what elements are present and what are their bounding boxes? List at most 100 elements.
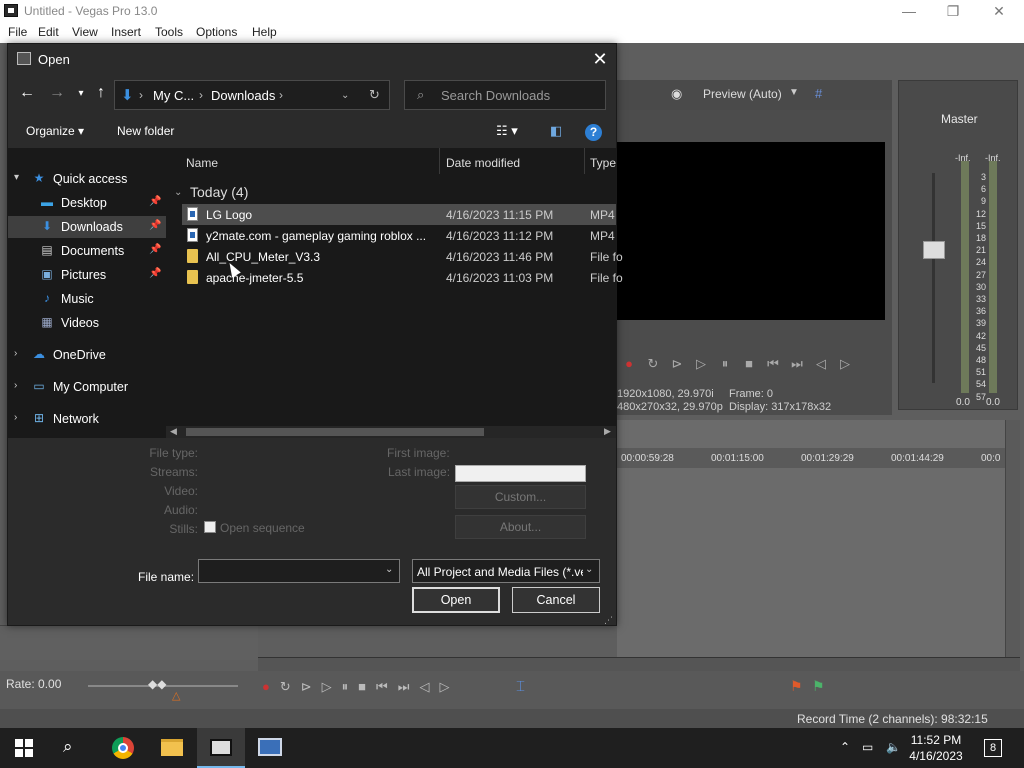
breadcrumb-downloads[interactable]: Downloads <box>211 88 275 103</box>
timeline-horizontal-scrollbar[interactable] <box>258 657 1020 671</box>
show-hidden-icons-chevron-icon[interactable]: ⌃ <box>840 740 850 754</box>
scroll-left-icon[interactable]: ◀ <box>170 426 177 437</box>
scrollbar-thumb[interactable] <box>186 428 484 436</box>
address-dropdown-icon[interactable]: ⌄ <box>341 90 349 101</box>
rate-handle-icon[interactable]: ◆◆ <box>148 677 166 691</box>
next-icon[interactable]: ⏭ <box>785 356 809 372</box>
pin-icon[interactable]: 📌 <box>149 220 161 231</box>
play-icon[interactable]: ▷ <box>689 356 713 372</box>
up-arrow-icon[interactable]: ↑ <box>90 84 112 102</box>
open-button[interactable]: Open <box>412 587 500 613</box>
nav-downloads[interactable]: ⬇ Downloads 📌 <box>8 216 166 238</box>
expand-icon[interactable]: › <box>14 412 17 423</box>
expand-icon[interactable]: › <box>14 348 17 359</box>
pin-icon[interactable]: 📌 <box>149 196 161 207</box>
custom-button[interactable]: Custom... <box>455 485 586 509</box>
file-row[interactable]: y2mate.com - gameplay gaming roblox ... 4… <box>182 225 616 246</box>
column-divider[interactable] <box>584 148 585 174</box>
vegas-taskbar-button[interactable] <box>197 728 245 768</box>
stop-icon[interactable]: ■ <box>737 356 761 371</box>
chevron-down-icon[interactable]: ▼ <box>789 87 799 98</box>
forward-arrow-icon[interactable]: → <box>46 84 68 102</box>
help-icon[interactable]: ? <box>585 124 602 141</box>
pin-icon[interactable]: 📌 <box>149 244 161 255</box>
grid-icon[interactable]: # <box>815 86 822 101</box>
chrome-taskbar-button[interactable] <box>98 728 146 768</box>
view-options-icon[interactable]: ☷ ▾ <box>496 123 518 139</box>
open-sequence-checkbox[interactable] <box>204 521 216 533</box>
menu-options[interactable]: Options <box>196 25 237 39</box>
volume-icon[interactable]: 🔈 <box>886 740 901 754</box>
prev-frame-icon[interactable]: ◁ <box>419 679 439 694</box>
play-from-start-icon[interactable]: ⊳ <box>301 679 322 694</box>
column-date-modified[interactable]: Date modified <box>446 156 520 170</box>
search-input[interactable]: ⌕ Search Downloads <box>404 80 606 110</box>
nav-documents[interactable]: ▤ Documents 📌 <box>8 240 166 262</box>
prev-icon[interactable]: ⏮ <box>376 679 398 694</box>
recent-locations-chevron-icon[interactable]: ▾ <box>70 88 92 99</box>
dialog-close-button[interactable]: ✕ <box>588 48 612 70</box>
notification-center-icon[interactable]: 8 <box>984 739 1002 757</box>
nav-network[interactable]: › ⊞ Network <box>8 408 166 430</box>
file-row[interactable]: apache-jmeter-5.5 4/16/2023 11:03 PM File … <box>182 267 623 288</box>
play-icon[interactable]: ▷ <box>322 679 342 694</box>
breadcrumb-separator-icon[interactable]: › <box>279 88 283 102</box>
back-arrow-icon[interactable]: ← <box>16 84 38 102</box>
file-list-horizontal-scrollbar[interactable]: ◀ ▶ <box>166 426 616 438</box>
menu-edit[interactable]: Edit <box>38 25 59 39</box>
file-type-select[interactable]: All Project and Media Files (*.ve ⌄ <box>412 559 600 583</box>
menu-insert[interactable]: Insert <box>111 25 141 39</box>
marker-icon[interactable]: ⚑ <box>790 678 803 695</box>
expand-icon[interactable]: › <box>14 380 17 391</box>
pause-icon[interactable]: ⏸ <box>342 679 359 694</box>
app-taskbar-button[interactable] <box>246 728 294 768</box>
region-icon[interactable]: ⚑ <box>812 678 825 695</box>
column-type[interactable]: Type <box>590 156 616 170</box>
overlay-icon[interactable]: ◉ <box>671 86 682 102</box>
nav-videos[interactable]: ▦ Videos <box>8 312 166 334</box>
cancel-button[interactable]: Cancel <box>512 587 600 613</box>
organize-button[interactable]: Organize ▾ <box>26 124 84 138</box>
breadcrumb-separator-icon[interactable]: › <box>199 88 203 102</box>
master-fader[interactable] <box>923 241 945 259</box>
time-ruler[interactable]: 00:00:59:28 00:01:15:00 00:01:29:29 00:0… <box>617 448 1007 468</box>
menu-file[interactable]: File <box>8 25 27 39</box>
network-tray-icon[interactable]: ▭ <box>862 740 873 754</box>
group-header-today[interactable]: Today (4) <box>190 184 248 200</box>
record-icon[interactable]: ● <box>262 679 280 694</box>
play-from-start-icon[interactable]: ⊳ <box>665 356 689 372</box>
edit-tool-icon[interactable]: ⌶ <box>516 678 525 695</box>
breadcrumb-separator-icon[interactable]: › <box>139 88 143 102</box>
next-frame-icon[interactable]: ▷ <box>833 356 857 372</box>
breadcrumb-my-computer[interactable]: My C... <box>153 88 194 103</box>
nav-quick-access[interactable]: ▾ ★ Quick access <box>8 168 166 190</box>
next-icon[interactable]: ⏭ <box>398 679 420 694</box>
windows-start-icon[interactable] <box>15 739 33 757</box>
file-name-input[interactable]: ⌄ <box>198 559 400 583</box>
close-app-button[interactable]: ✕ <box>976 0 1022 22</box>
nav-desktop[interactable]: ▬ Desktop 📌 <box>8 192 166 214</box>
new-folder-button[interactable]: New folder <box>117 124 174 138</box>
collapse-group-icon[interactable]: ⌄ <box>174 187 182 198</box>
pin-icon[interactable]: 📌 <box>149 268 161 279</box>
nav-my-computer[interactable]: › ▭ My Computer <box>8 376 166 398</box>
record-icon[interactable]: ● <box>617 356 641 371</box>
menu-help[interactable]: Help <box>252 25 277 39</box>
nav-onedrive[interactable]: › ☁ OneDrive <box>8 344 166 366</box>
prev-frame-icon[interactable]: ◁ <box>809 356 833 372</box>
search-taskbar-button[interactable]: ⌕ <box>48 728 96 768</box>
about-button[interactable]: About... <box>455 515 586 539</box>
prev-icon[interactable]: ⏮ <box>761 356 785 372</box>
menu-tools[interactable]: Tools <box>155 25 183 39</box>
pause-icon[interactable]: ⏸ <box>713 356 737 372</box>
address-bar[interactable]: ⬇ › My C... › Downloads › ⌄ ↻ <box>114 80 390 110</box>
loop-icon[interactable]: ↻ <box>280 679 301 694</box>
timeline-vertical-scrollbar[interactable] <box>1005 420 1020 660</box>
column-divider[interactable] <box>439 148 440 174</box>
explorer-taskbar-button[interactable] <box>148 728 196 768</box>
refresh-icon[interactable]: ↻ <box>369 87 380 103</box>
last-image-field[interactable] <box>455 465 586 482</box>
file-row[interactable]: All_CPU_Meter_V3.3 4/16/2023 11:46 PM File… <box>182 246 623 267</box>
preview-pane-icon[interactable]: ◧ <box>550 123 562 139</box>
nav-music[interactable]: ♪ Music <box>8 288 166 310</box>
